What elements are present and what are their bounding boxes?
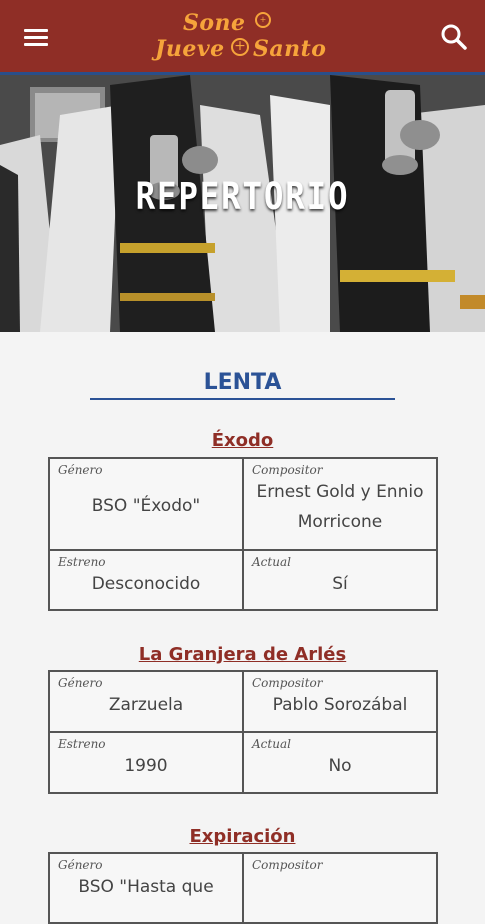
piece-title[interactable]: Expiración — [0, 826, 485, 847]
estreno-label: Estreno — [58, 737, 106, 751]
actual-value: No — [328, 756, 352, 776]
estreno-cell: Estreno Desconocido — [48, 549, 244, 611]
compositor-cell: Compositor Pablo Sorozábal — [242, 670, 438, 733]
genero-value: BSO "Éxodo" — [91, 496, 201, 516]
genero-label: Género — [58, 676, 103, 690]
compositor-cell: Compositor Ernest Gold y Ennio Morricone — [242, 457, 438, 551]
compositor-value: Pablo Sorozábal — [272, 695, 408, 715]
hamburger-menu-icon — [24, 29, 48, 32]
section-divider — [90, 398, 395, 400]
logo-text-line2-a: Jueve — [155, 36, 225, 62]
hamburger-menu-icon-bar — [24, 43, 48, 46]
actual-cell: Actual No — [242, 731, 438, 794]
genero-cell: Género Zarzuela — [48, 670, 244, 733]
cross-icon: + — [231, 38, 249, 56]
estreno-value: 1990 — [124, 756, 168, 776]
genero-cell: Género BSO "Éxodo" — [48, 457, 244, 551]
compositor-label: Compositor — [252, 676, 323, 690]
compositor-cell: Compositor — [242, 852, 438, 924]
piece-details-table: Género BSO "Hasta que Compositor — [48, 852, 438, 924]
piece-title[interactable]: Éxodo — [0, 430, 485, 451]
estreno-value: Desconocido — [91, 574, 201, 594]
actual-label: Actual — [252, 737, 291, 751]
genero-label: Género — [58, 858, 103, 872]
piece-details-table: Género BSO "Éxodo" Compositor Ernest Gol… — [48, 457, 438, 611]
estreno-label: Estreno — [58, 555, 106, 569]
app-bar: Sone + Jueve + Santo — [0, 0, 485, 75]
compositor-label: Compositor — [252, 463, 323, 477]
actual-value: Sí — [332, 574, 348, 594]
actual-cell: Actual Sí — [242, 549, 438, 611]
app-logo[interactable]: Sone + Jueve + Santo — [155, 8, 330, 66]
piece-title[interactable]: La Granjera de Arlés — [0, 644, 485, 665]
actual-label: Actual — [252, 555, 291, 569]
compositor-label: Compositor — [252, 858, 323, 872]
section-title: LENTA — [203, 370, 282, 395]
logo-text-line2-b: Santo — [253, 36, 327, 62]
hero-image: REPERTORIO — [0, 75, 485, 332]
search-icon — [441, 24, 467, 50]
estreno-cell: Estreno 1990 — [48, 731, 244, 794]
compositor-value: Ernest Gold y Ennio Morricone — [256, 482, 424, 532]
search-button[interactable] — [439, 22, 469, 52]
logo-text-line1: Sone — [183, 10, 246, 36]
piece-details-table: Género Zarzuela Compositor Pablo Sorozáb… — [48, 670, 438, 794]
menu-button[interactable] — [22, 24, 52, 50]
logo-badge-icon: + — [255, 12, 271, 28]
genero-cell: Género BSO "Hasta que — [48, 852, 244, 924]
genero-value: Zarzuela — [108, 695, 184, 715]
genero-label: Género — [58, 463, 103, 477]
hero-title: REPERTORIO — [135, 175, 350, 218]
genero-value: BSO "Hasta que — [78, 877, 214, 897]
hamburger-menu-icon-bar — [24, 36, 48, 39]
